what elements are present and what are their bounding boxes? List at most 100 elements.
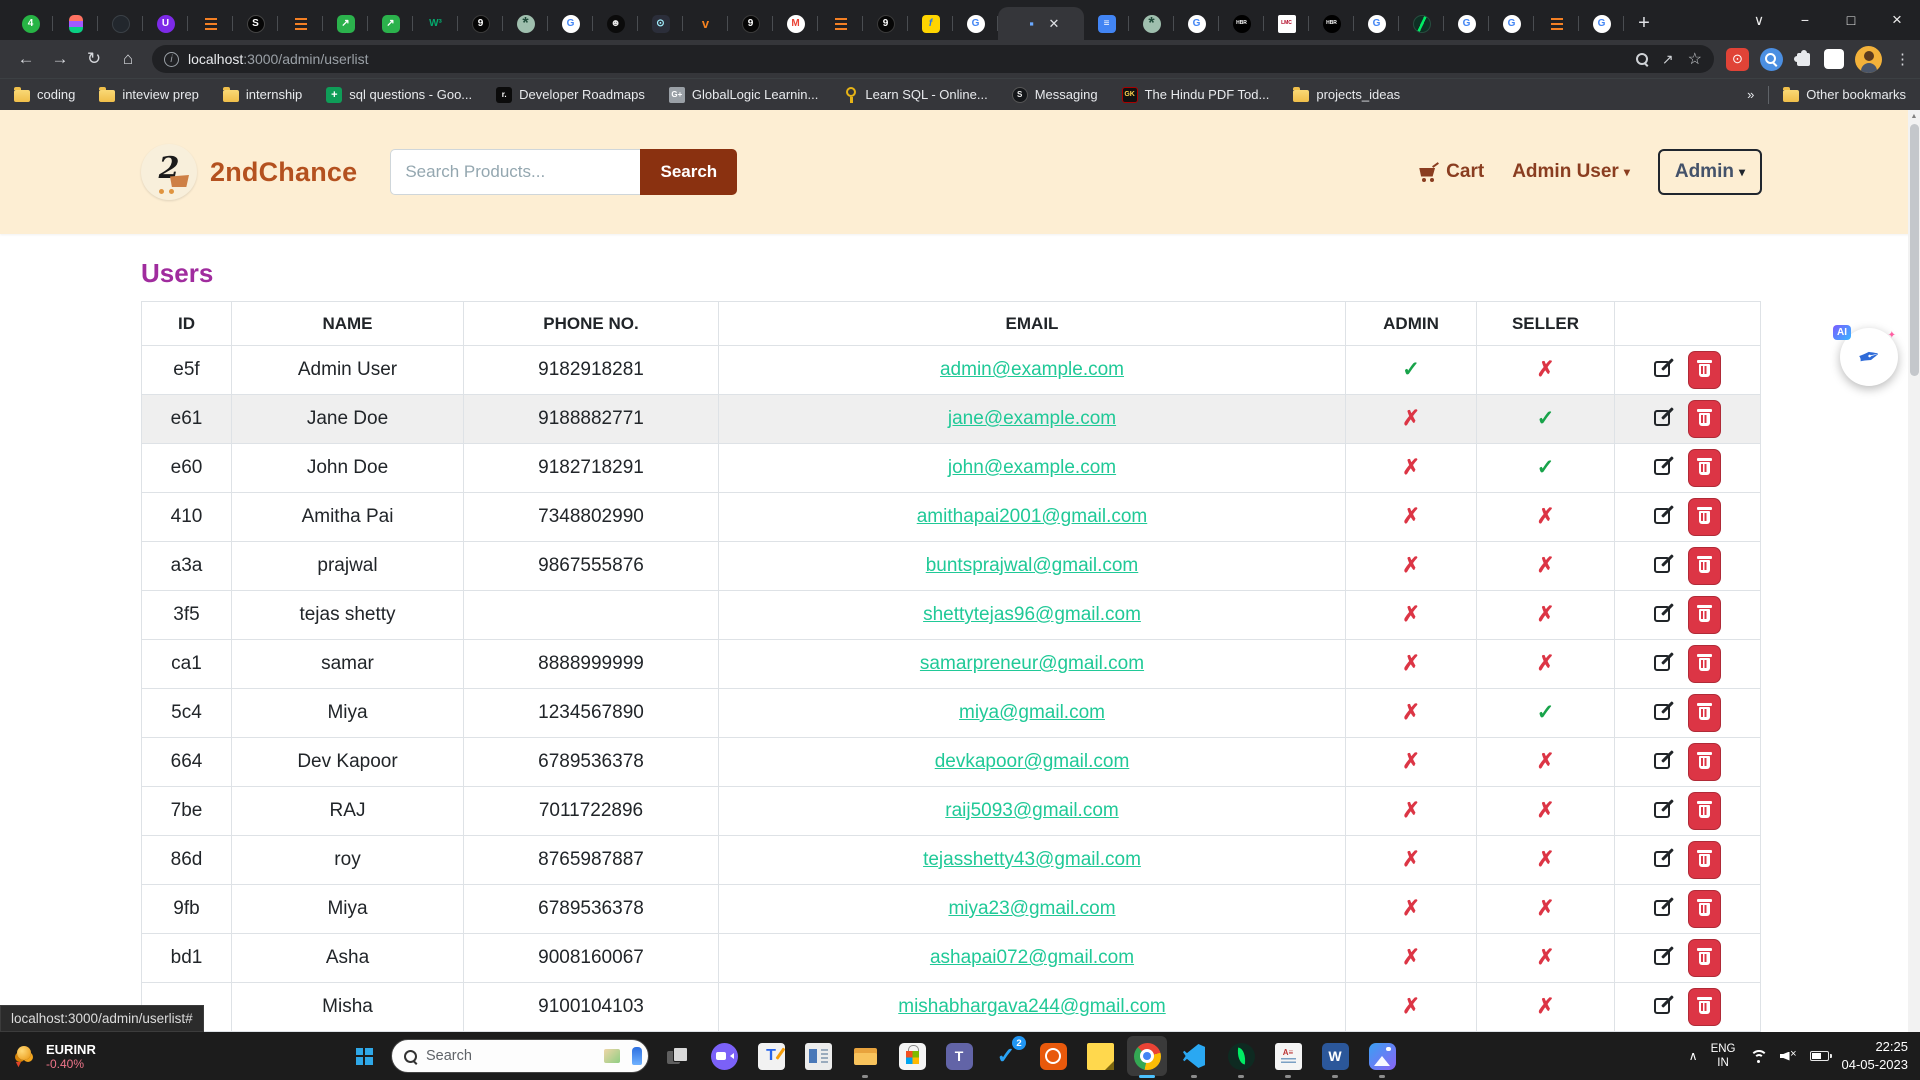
ai-assistant-bubble[interactable]: AI ✒ ✦: [1840, 328, 1898, 386]
bookmark-item[interactable]: GK The Hindu PDF Tod...: [1122, 87, 1270, 103]
email-link[interactable]: tejasshetty43@gmail.com: [923, 849, 1141, 870]
edit-user-button[interactable]: [1654, 900, 1670, 919]
chat-button[interactable]: [704, 1036, 744, 1076]
browser-tab[interactable]: M ✕: [773, 7, 818, 40]
teams-button[interactable]: T: [939, 1036, 979, 1076]
other-bookmarks[interactable]: Other bookmarks: [1783, 87, 1906, 102]
zoom-icon[interactable]: [1636, 53, 1648, 65]
delete-user-button[interactable]: [1688, 694, 1721, 732]
tray-chevron-icon[interactable]: ∧: [1689, 1049, 1698, 1063]
email-link[interactable]: john@example.com: [948, 457, 1116, 478]
browser-tab[interactable]: ✕: [818, 7, 863, 40]
weather-widget[interactable]: ▼ EURINR -0.40%: [12, 1042, 96, 1071]
edit-user-button[interactable]: [1654, 557, 1670, 576]
edit-user-button[interactable]: [1654, 949, 1670, 968]
delete-user-button[interactable]: [1688, 939, 1721, 977]
email-link[interactable]: jane@example.com: [948, 408, 1116, 429]
delete-user-button[interactable]: [1688, 547, 1721, 585]
page-scrollbar[interactable]: ▲: [1908, 110, 1920, 1032]
browser-tab[interactable]: 9 ✕: [863, 7, 908, 40]
react-devtools-icon[interactable]: ⊙: [1726, 48, 1749, 71]
extension-icon[interactable]: [1824, 49, 1844, 69]
ms-store-button[interactable]: [892, 1036, 932, 1076]
close-icon[interactable]: ×: [1874, 0, 1920, 40]
email-link[interactable]: miya23@gmail.com: [948, 898, 1115, 919]
new-tab-button[interactable]: +: [1628, 7, 1660, 39]
browser-tab[interactable]: ▪ ✕: [998, 7, 1084, 40]
browser-tab[interactable]: ✕: [278, 7, 323, 40]
desktop-window-button[interactable]: [798, 1036, 838, 1076]
bookmark-item[interactable]: coding: [14, 87, 75, 102]
product-search-button[interactable]: Search: [640, 149, 737, 195]
brand-name[interactable]: 2ndChance: [210, 157, 357, 188]
home-icon[interactable]: ⌂: [112, 44, 144, 74]
email-link[interactable]: shettytejas96@gmail.com: [923, 604, 1141, 625]
browser-tab[interactable]: f ✕: [908, 7, 953, 40]
photos-button[interactable]: [1362, 1036, 1402, 1076]
profile-avatar[interactable]: [1855, 46, 1882, 73]
mongodb-button[interactable]: [1221, 1036, 1261, 1076]
edit-user-button[interactable]: [1654, 704, 1670, 723]
address-bar[interactable]: i localhost:3000/admin/userlist ↗ ☆: [152, 45, 1714, 73]
language-indicator[interactable]: ENGIN: [1711, 1042, 1736, 1071]
extensions-puzzle-icon[interactable]: [1797, 53, 1810, 66]
browser-tab[interactable]: LMC ✕: [1264, 7, 1309, 40]
browser-tab[interactable]: ⊙ ✕: [638, 7, 683, 40]
delete-user-button[interactable]: [1688, 743, 1721, 781]
edit-user-button[interactable]: [1654, 655, 1670, 674]
email-link[interactable]: devkapoor@gmail.com: [935, 751, 1130, 772]
browser-tab[interactable]: ↗ ✕: [323, 7, 368, 40]
volume-muted-icon[interactable]: [1780, 1050, 1797, 1063]
task-view-button[interactable]: [657, 1036, 697, 1076]
browser-tab[interactable]: ↗ ✕: [368, 7, 413, 40]
bookmark-item[interactable]: + sql questions - Goo...: [326, 87, 472, 103]
admin-user-dropdown[interactable]: Admin User ▾: [1512, 161, 1630, 183]
chrome-button[interactable]: [1127, 1036, 1167, 1076]
browser-tab[interactable]: ✕: [98, 7, 143, 40]
browser-tab[interactable]: G ✕: [548, 7, 593, 40]
edit-user-button[interactable]: [1654, 851, 1670, 870]
back-icon[interactable]: ←: [10, 44, 42, 74]
edit-user-button[interactable]: [1654, 410, 1670, 429]
browser-tab[interactable]: G ✕: [1579, 7, 1624, 40]
wifi-icon[interactable]: [1749, 1049, 1767, 1063]
email-link[interactable]: miya@gmail.com: [959, 702, 1105, 723]
bookmark-item[interactable]: r. Developer Roadmaps: [496, 87, 645, 103]
minimize-icon[interactable]: −: [1782, 0, 1828, 40]
browser-tab[interactable]: G ✕: [1174, 7, 1219, 40]
browser-tab[interactable]: 9 ✕: [728, 7, 773, 40]
admin-dropdown-button[interactable]: Admin ▾: [1658, 149, 1762, 195]
browser-tab[interactable]: * ✕: [503, 7, 548, 40]
wordpad-button[interactable]: A≡: [1268, 1036, 1308, 1076]
delete-user-button[interactable]: [1688, 841, 1721, 879]
bookmark-item[interactable]: S Messaging: [1012, 87, 1098, 103]
word-button[interactable]: W: [1315, 1036, 1355, 1076]
delete-user-button[interactable]: [1688, 645, 1721, 683]
bookmark-star-icon[interactable]: ☆: [1688, 49, 1702, 69]
edit-user-button[interactable]: [1654, 606, 1670, 625]
bookmark-item[interactable]: projects_ideas: [1293, 87, 1400, 102]
share-icon[interactable]: ↗: [1662, 51, 1674, 68]
email-link[interactable]: buntsprajwal@gmail.com: [926, 555, 1139, 576]
browser-tab[interactable]: ✕: [1534, 7, 1579, 40]
delete-user-button[interactable]: [1688, 498, 1721, 536]
start-button[interactable]: [345, 1036, 383, 1076]
edit-user-button[interactable]: [1654, 459, 1670, 478]
forward-icon[interactable]: →: [44, 44, 76, 74]
bookmark-item[interactable]: internship: [223, 87, 302, 102]
pinned-check-button[interactable]: ✓ 2: [986, 1036, 1026, 1076]
edit-user-button[interactable]: [1654, 361, 1670, 380]
edit-user-button[interactable]: [1654, 802, 1670, 821]
browser-tab[interactable]: G ✕: [1444, 7, 1489, 40]
browser-tab[interactable]: ✕: [188, 7, 233, 40]
browser-tab[interactable]: v ✕: [683, 7, 728, 40]
taskbar-search[interactable]: Search: [391, 1039, 649, 1073]
browser-tab[interactable]: ☻ ✕: [593, 7, 638, 40]
search-extension-icon[interactable]: [1760, 48, 1783, 71]
email-link[interactable]: mishabhargava244@gmail.com: [898, 996, 1165, 1017]
bookmark-item[interactable]: Learn SQL - Online...: [842, 87, 987, 103]
product-search-input[interactable]: [390, 149, 640, 195]
edit-user-button[interactable]: [1654, 998, 1670, 1017]
file-explorer-button[interactable]: [845, 1036, 885, 1076]
browser-tab[interactable]: W³ ✕: [413, 7, 458, 40]
